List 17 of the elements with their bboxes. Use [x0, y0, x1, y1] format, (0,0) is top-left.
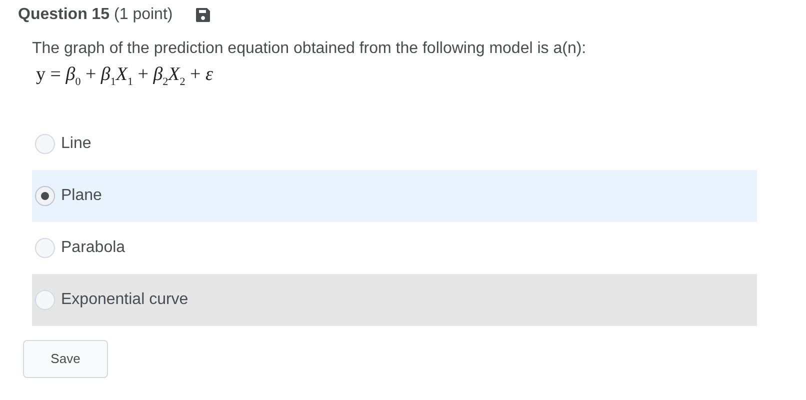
- answer-option[interactable]: Parabola: [32, 222, 757, 274]
- radio-button[interactable]: [35, 186, 55, 206]
- radio-button[interactable]: [35, 134, 55, 154]
- radio-button[interactable]: [35, 238, 55, 258]
- option-label: Parabola: [61, 238, 126, 257]
- answer-option[interactable]: Line: [32, 118, 757, 170]
- radio-button[interactable]: [35, 290, 55, 310]
- save-button[interactable]: Save: [23, 340, 108, 378]
- question-text: The graph of the prediction equation obtained from the following model is a(n):: [32, 40, 588, 58]
- equation: y = β$_{0}$ + β$_{1}$X$_{1}$ + β$_{2}$X$_{2}$ + ε: [36, 64, 214, 88]
- answer-option[interactable]: Exponential curve: [32, 274, 757, 326]
- option-label: Line: [61, 134, 92, 153]
- option-label: Exponential curve: [61, 290, 188, 309]
- question-title: Question 15 (1 point): [18, 6, 173, 24]
- save-icon[interactable]: [194, 7, 211, 23]
- option-label: Plane: [61, 186, 102, 205]
- answer-option[interactable]: Plane: [32, 170, 757, 222]
